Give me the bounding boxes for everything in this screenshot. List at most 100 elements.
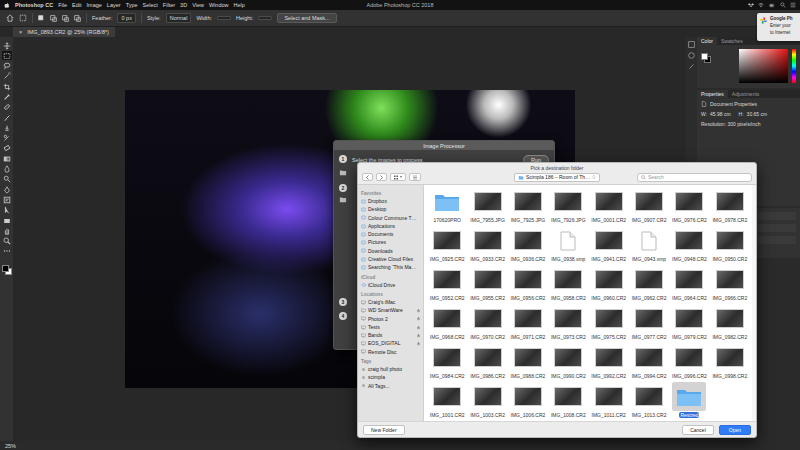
menu-item[interactable]: Layer: [107, 2, 121, 8]
eject-icon[interactable]: [416, 316, 421, 321]
info-panel-icon[interactable]: [688, 52, 695, 59]
sidebar-item[interactable]: Colour Commune T…: [361, 214, 421, 222]
home-icon[interactable]: [6, 14, 14, 22]
property-value[interactable]: 45.98 cm: [710, 111, 731, 117]
file-item[interactable]: IMG_0001.CR2: [589, 187, 629, 226]
file-item[interactable]: 170620PRO: [427, 187, 467, 226]
menu-item[interactable]: View: [192, 2, 204, 8]
eject-icon[interactable]: [416, 333, 421, 338]
tool-button[interactable]: [2, 144, 12, 153]
eject-icon[interactable]: [416, 341, 421, 346]
sidebar-item[interactable]: scimpla: [361, 373, 421, 381]
tool-button[interactable]: [2, 206, 12, 215]
file-item[interactable]: IMG_1003.CR2: [467, 382, 507, 421]
intersect-selection-icon[interactable]: [74, 15, 81, 22]
view-mode-button[interactable]: [390, 173, 406, 181]
close-tab-button[interactable]: ×: [19, 29, 22, 35]
tool-button[interactable]: [2, 237, 12, 246]
foreground-background-swatches[interactable]: [2, 261, 12, 271]
file-item[interactable]: IMG_0968.CR2: [427, 304, 467, 343]
width-field[interactable]: [217, 16, 231, 20]
menu-item[interactable]: Window: [209, 2, 229, 8]
file-item[interactable]: IMG_0984.CR2: [427, 343, 467, 382]
color-swatch[interactable]: [701, 49, 711, 59]
menu-item[interactable]: Image: [87, 2, 102, 8]
panel-tab[interactable]: Swatches: [717, 37, 747, 45]
file-item[interactable]: IMG_0925.CR2: [427, 226, 467, 265]
hue-slider[interactable]: [792, 49, 796, 83]
add-selection-icon[interactable]: [50, 15, 57, 22]
tool-button[interactable]: [2, 185, 12, 194]
sidebar-item[interactable]: Bands: [361, 331, 421, 339]
sidebar-item[interactable]: Applications: [361, 222, 421, 230]
sidebar-item[interactable]: WD SmartWare: [361, 306, 421, 314]
marquee-preset-icon[interactable]: [19, 14, 27, 22]
file-item[interactable]: IMG_1008.CR2: [548, 382, 588, 421]
sidebar-item[interactable]: Pictures: [361, 238, 421, 246]
sidebar-item[interactable]: Craig's iMac: [361, 298, 421, 306]
file-item[interactable]: IMG_0962.CR2: [629, 265, 669, 304]
sidebar-item[interactable]: Documents: [361, 230, 421, 238]
sidebar-item[interactable]: Creative Cloud Files: [361, 255, 421, 263]
wifi-icon[interactable]: [758, 2, 764, 8]
sidebar-item[interactable]: EOS_DIGITAL: [361, 339, 421, 347]
scrollbar[interactable]: [752, 185, 756, 421]
menu-item[interactable]: Photoshop CC: [15, 2, 53, 8]
zoom-level[interactable]: 25%: [5, 443, 16, 449]
panel-tab[interactable]: Color: [697, 37, 717, 45]
subtract-selection-icon[interactable]: [62, 15, 69, 22]
file-item[interactable]: IMG_0936.CR2: [508, 226, 548, 265]
style-dropdown[interactable]: Normal: [166, 13, 192, 23]
sidebar-item[interactable]: Searching “This Ma…: [361, 263, 421, 271]
file-item[interactable]: IMG_0973.CR2: [548, 304, 588, 343]
search-input[interactable]: [648, 174, 748, 181]
menu-item[interactable]: Select: [143, 2, 158, 8]
file-item[interactable]: IMG_0975.CR2: [589, 304, 629, 343]
file-item[interactable]: IMG_0955.CR2: [467, 265, 507, 304]
open-button[interactable]: Open: [719, 425, 751, 435]
new-selection-icon[interactable]: [38, 15, 45, 22]
panel-tab[interactable]: Adjustments: [728, 90, 764, 98]
apple-icon[interactable]: [4, 2, 10, 9]
file-item[interactable]: IMG_0933.CR2: [467, 226, 507, 265]
file-item[interactable]: IMG_1001.CR2: [427, 382, 467, 421]
cancel-button[interactable]: Cancel: [682, 425, 714, 435]
sidebar-item[interactable]: Downloads: [361, 247, 421, 255]
tool-button[interactable]: [2, 62, 12, 71]
battery-icon[interactable]: [768, 3, 776, 8]
eject-icon[interactable]: [416, 325, 421, 330]
tool-button[interactable]: [2, 82, 12, 91]
tool-button[interactable]: [2, 154, 12, 163]
menu-item[interactable]: File: [58, 2, 67, 8]
tool-button[interactable]: [2, 92, 12, 101]
tool-button[interactable]: [2, 226, 12, 235]
color-picker-field[interactable]: [739, 49, 788, 83]
file-item[interactable]: IMG_0964.CR2: [669, 265, 709, 304]
tool-button[interactable]: [2, 123, 12, 132]
file-item[interactable]: IMG_0938.xmp: [548, 226, 588, 265]
file-item[interactable]: IMG_7925.JPG: [508, 187, 548, 226]
forward-button[interactable]: [376, 173, 387, 181]
sidebar-item[interactable]: Tests: [361, 323, 421, 331]
sidebar-item[interactable]: Remote Disc: [361, 348, 421, 356]
feather-field[interactable]: 0 px: [117, 13, 135, 23]
file-item[interactable]: IMG_0986.CR2: [467, 343, 507, 382]
file-item[interactable]: IMG_0907.CR2: [629, 187, 669, 226]
panel-tab[interactable]: Properties: [697, 90, 728, 98]
document-tab[interactable]: ×IMG_0893.CR2 @ 25% (RGB/8*): [13, 27, 115, 37]
tool-button[interactable]: [2, 165, 12, 174]
select-and-mask-button[interactable]: Select and Mask...: [277, 13, 336, 23]
sidebar-item[interactable]: Photos 2: [361, 315, 421, 323]
file-item[interactable]: IMG_0950.CR2: [710, 226, 750, 265]
tool-button[interactable]: [2, 134, 12, 143]
file-item[interactable]: IMG_0966.CR2: [710, 265, 750, 304]
file-item[interactable]: IMG_0943.xmp: [629, 226, 669, 265]
tool-button[interactable]: [2, 103, 12, 112]
height-field[interactable]: [258, 16, 272, 20]
menu-item[interactable]: Help: [234, 2, 245, 8]
file-item[interactable]: IMG_0982.CR2: [710, 304, 750, 343]
new-folder-button[interactable]: New Folder: [363, 425, 405, 435]
eject-icon[interactable]: [416, 308, 421, 313]
file-item[interactable]: Resized: [669, 382, 709, 421]
file-item[interactable]: IMG_0979.CR2: [669, 304, 709, 343]
